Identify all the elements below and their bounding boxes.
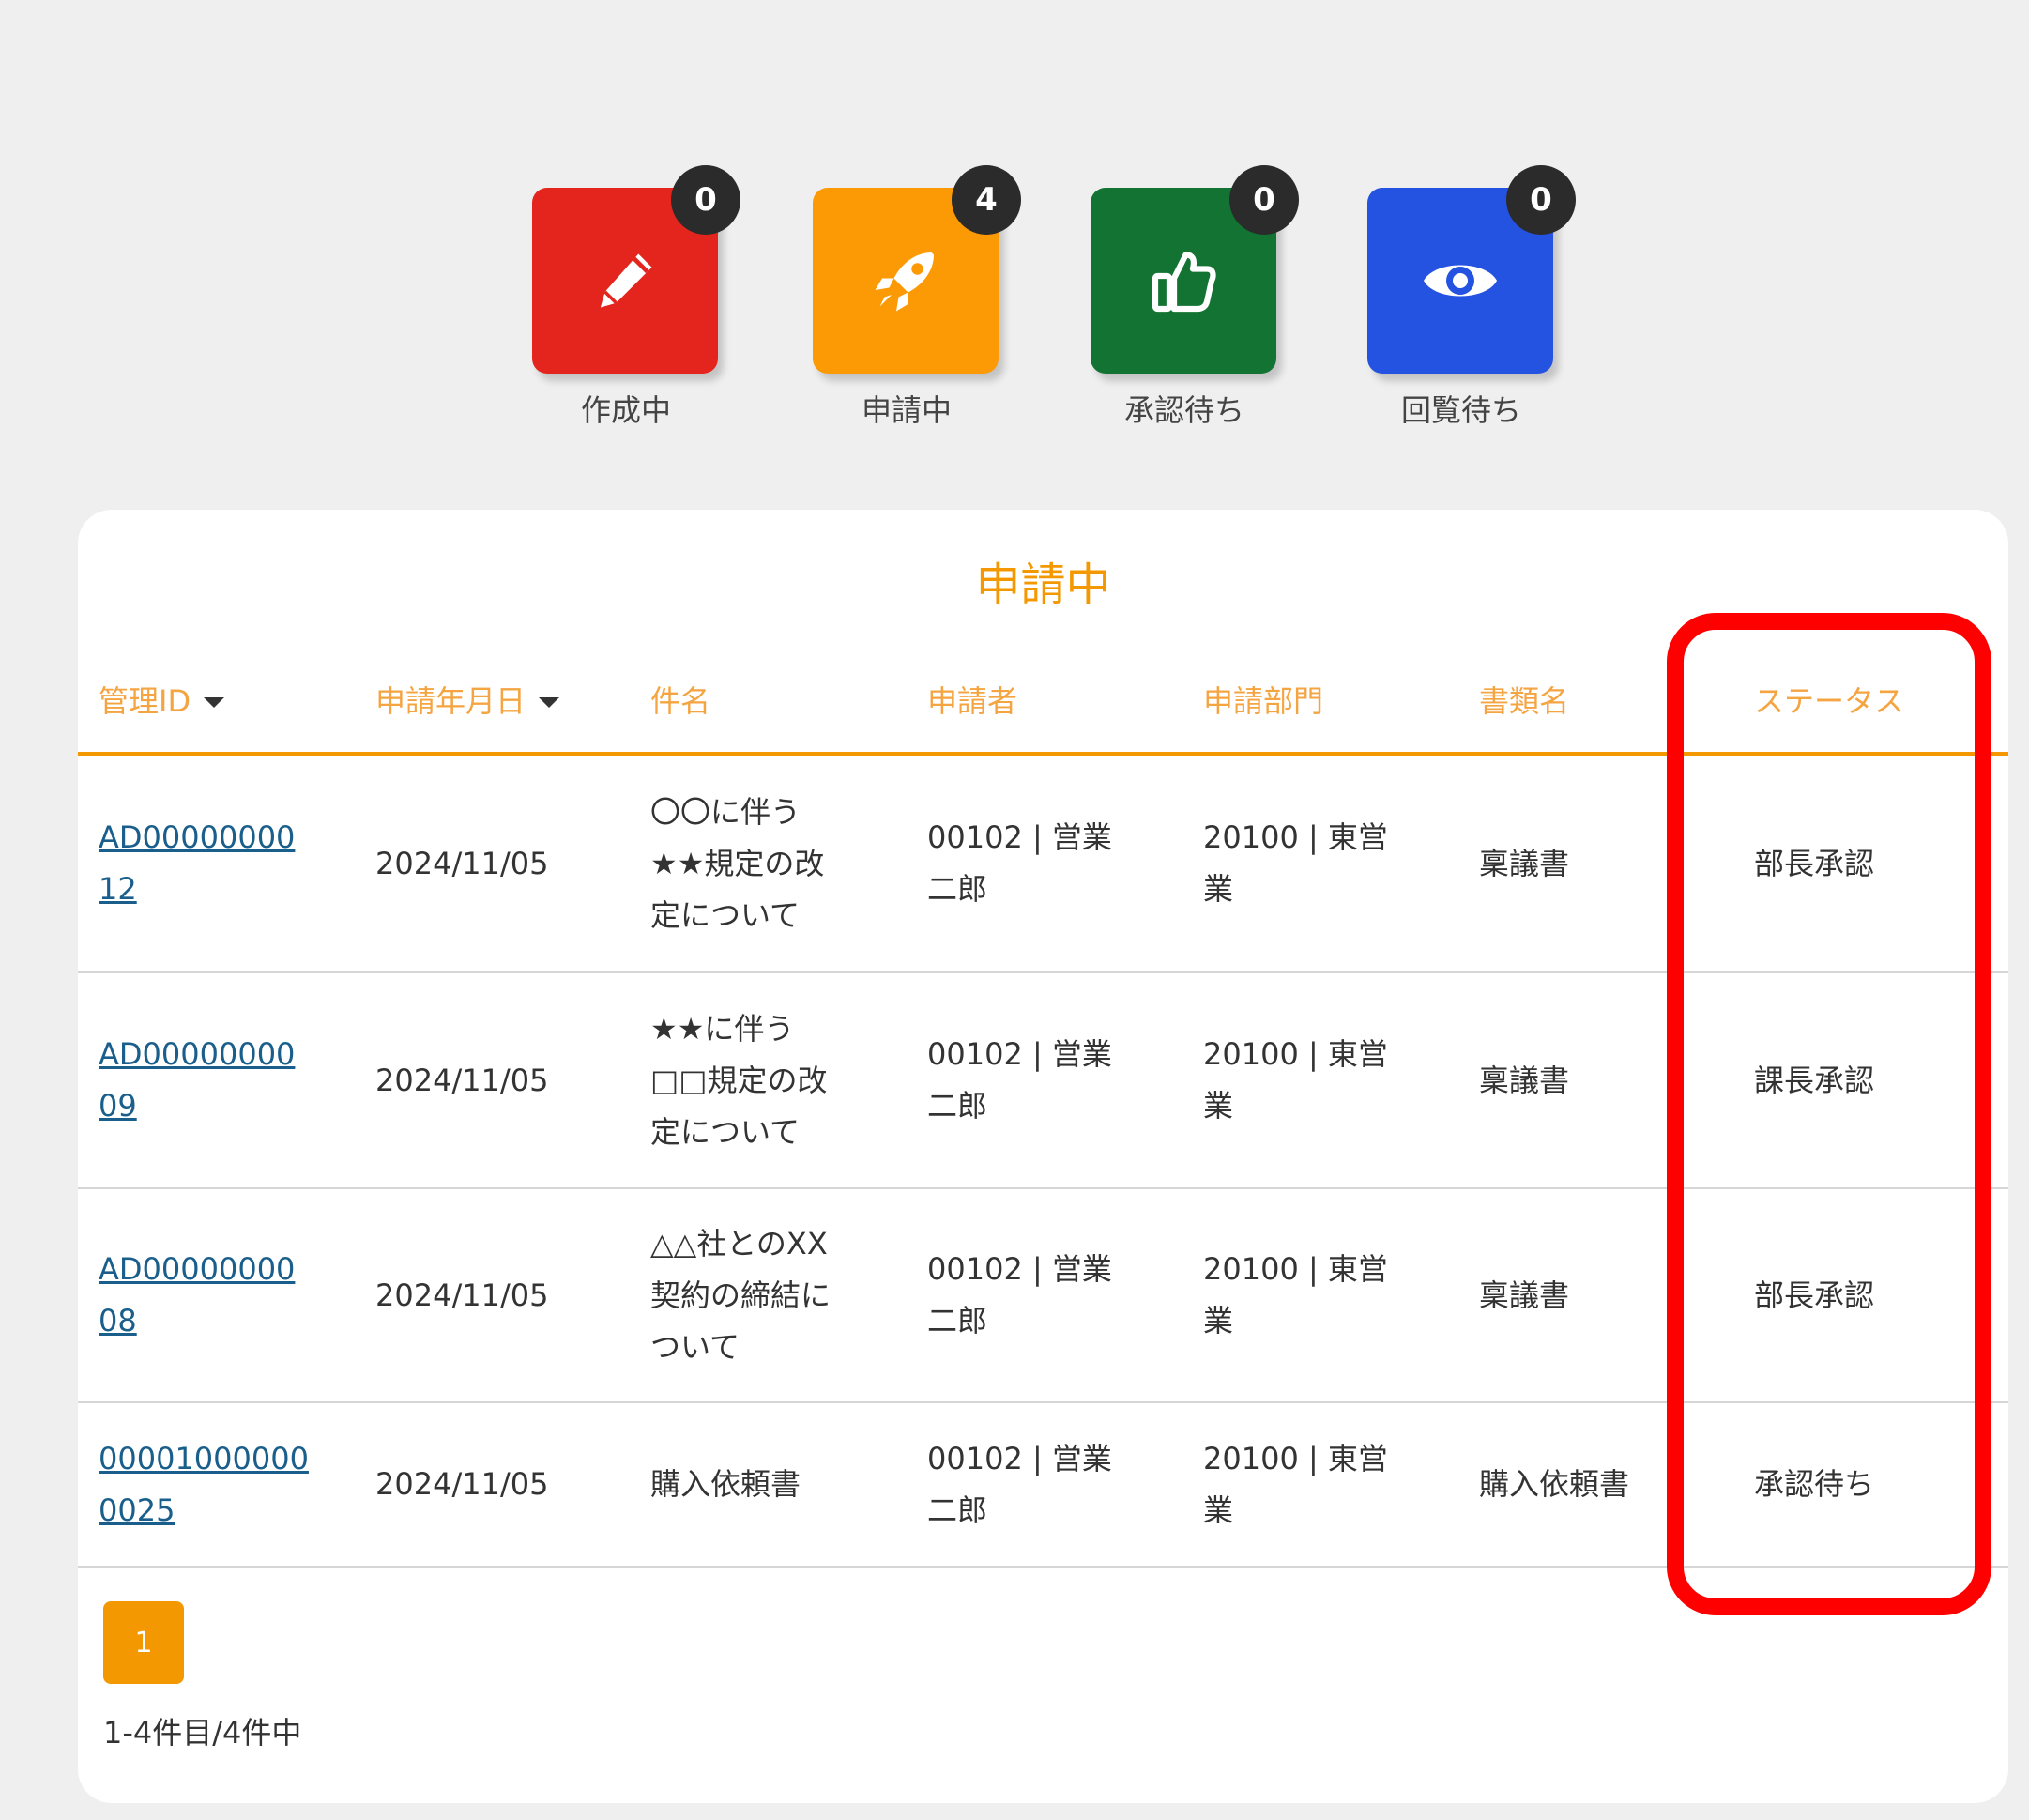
- tile-awaiting-approval[interactable]: 0 承認待ち: [1091, 165, 1299, 430]
- sort-caret-icon[interactable]: [204, 696, 225, 708]
- tile-awaiting-approval-label: 承認待ち: [1123, 392, 1244, 428]
- tile-awaiting-circulation-button[interactable]: 0: [1367, 165, 1576, 374]
- col-header-subject: 件名: [650, 683, 711, 719]
- tile-awaiting-approval-button[interactable]: 0: [1091, 165, 1299, 374]
- result-count: 1-4件目/4件中: [103, 1715, 302, 1751]
- tile-applying-count: 4: [952, 165, 1021, 235]
- sort-caret-icon[interactable]: [539, 696, 560, 708]
- row-document: 購入依頼書: [1479, 1466, 1630, 1502]
- row-department: 20100 | 東営業: [1203, 1251, 1388, 1338]
- row-document: 稟議書: [1479, 1277, 1570, 1313]
- tile-applying-label: 申請中: [861, 392, 952, 428]
- col-header-id[interactable]: 管理ID: [99, 671, 225, 727]
- tile-applying[interactable]: 4 申請中: [813, 165, 1021, 430]
- status-column-highlight: [1667, 613, 1991, 1615]
- row-id-link[interactable]: AD00000000 09: [99, 973, 295, 1187]
- row-subject: ★★に伴う □□規定の改 定について: [650, 1010, 828, 1150]
- row-applicant: 00102 | 営業 二郎: [927, 1036, 1112, 1124]
- pencil-icon: [600, 253, 652, 308]
- tile-drafting-label: 作成中: [580, 392, 671, 428]
- col-header-date[interactable]: 申請年月日: [375, 671, 560, 727]
- row-department: 20100 | 東営業: [1203, 1036, 1388, 1124]
- col-header-document: 書類名: [1479, 683, 1570, 719]
- col-header-department: 申請部門: [1203, 683, 1324, 719]
- col-header-applicant: 申請者: [927, 683, 1018, 719]
- row-subject: △△社とのXX 契約の締結に ついて: [650, 1225, 831, 1365]
- tile-awaiting-circulation[interactable]: 0 回覧待ち: [1367, 165, 1576, 430]
- tile-applying-button[interactable]: 4: [813, 165, 1021, 374]
- row-department: 20100 | 東営業: [1203, 819, 1388, 907]
- row-applicant: 00102 | 営業 二郎: [927, 819, 1112, 907]
- row-applicant: 00102 | 営業 二郎: [927, 1440, 1112, 1528]
- thumbs-up-icon: [1152, 252, 1216, 313]
- tile-drafting-count: 0: [671, 165, 740, 235]
- row-document: 稟議書: [1479, 845, 1570, 881]
- row-date: 2024/11/05: [375, 1277, 549, 1313]
- tile-awaiting-circulation-count: 0: [1506, 165, 1576, 235]
- rocket-icon: [875, 252, 934, 312]
- page-1-button[interactable]: 1: [103, 1601, 184, 1684]
- panel-title: 申請中: [975, 558, 1111, 611]
- row-document: 稟議書: [1479, 1062, 1570, 1098]
- tile-awaiting-circulation-label: 回覧待ち: [1400, 392, 1521, 428]
- tile-drafting-button[interactable]: 0: [532, 165, 740, 374]
- row-applicant: 00102 | 営業 二郎: [927, 1251, 1112, 1338]
- status-tiles: 0 作成中 4 申請中 0 承認待ち 0 回覧待ち: [0, 0, 2029, 441]
- row-subject: 〇〇に伴う ★★規定の改 定について: [650, 793, 825, 933]
- tile-awaiting-approval-count: 0: [1229, 165, 1299, 235]
- row-department: 20100 | 東営業: [1203, 1440, 1388, 1528]
- tile-drafting[interactable]: 0 作成中: [532, 165, 740, 430]
- row-id-link[interactable]: 00001000000 0025: [99, 1403, 309, 1566]
- row-id-link[interactable]: AD00000000 12: [99, 756, 295, 971]
- row-id-link[interactable]: AD00000000 08: [99, 1189, 295, 1401]
- row-date: 2024/11/05: [375, 1466, 549, 1502]
- row-date: 2024/11/05: [375, 1062, 549, 1098]
- row-subject: 購入依頼書: [650, 1466, 801, 1502]
- eye-icon: [1424, 265, 1497, 297]
- row-date: 2024/11/05: [375, 845, 549, 881]
